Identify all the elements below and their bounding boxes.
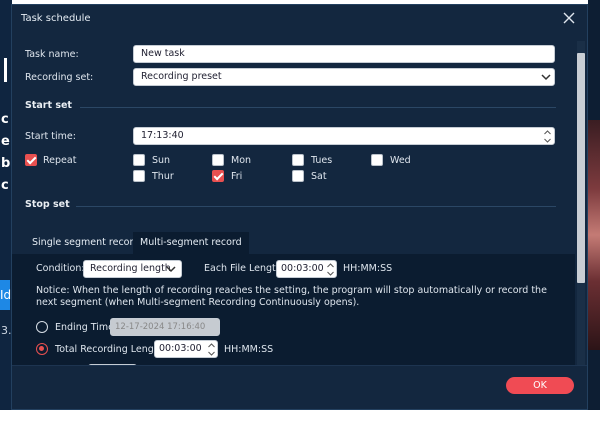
chevron-down-icon xyxy=(541,74,551,81)
background-glyph: e xyxy=(1,134,10,149)
background-stripe xyxy=(4,58,7,82)
condition-label: Condition: xyxy=(36,263,85,274)
task-schedule-dialog: Task schedule Task name: New task Record… xyxy=(11,4,588,410)
day-checkbox-sun[interactable] xyxy=(133,154,145,166)
file-length-value: 00:03:00 xyxy=(281,263,324,274)
start-set-heading: Start set xyxy=(25,100,72,111)
day-label-fri: Fri xyxy=(231,171,243,182)
day-label-thur: Thur xyxy=(152,171,174,182)
stop-set-divider xyxy=(76,206,556,207)
background-photo xyxy=(588,120,600,350)
scrollbar-thumb[interactable] xyxy=(577,53,585,283)
start-time-value: 17:13:40 xyxy=(141,130,184,141)
dialog-titlebar: Task schedule xyxy=(12,5,587,33)
total-length-label: Total Recording Length: xyxy=(55,344,167,355)
radio-ending-time[interactable] xyxy=(36,321,48,333)
ok-button[interactable]: OK xyxy=(506,377,574,394)
day-label-mon: Mon xyxy=(231,155,252,166)
dialog-content: Task name: New task Recording set: Recor… xyxy=(12,35,578,365)
repeat-checkbox[interactable] xyxy=(25,154,37,166)
background-bottom xyxy=(0,410,600,421)
ending-time-label: Ending Time: xyxy=(55,322,118,333)
day-checkbox-sat[interactable] xyxy=(292,170,304,182)
condition-select[interactable]: Recording length xyxy=(83,260,182,278)
total-length-spinner-icon[interactable] xyxy=(207,342,216,357)
dialog-footer: OK xyxy=(12,365,587,409)
chevron-down-icon xyxy=(166,266,176,273)
recording-set-value: Recording preset xyxy=(141,71,222,82)
background-glyph: c xyxy=(1,178,9,193)
start-time-input[interactable]: 17:13:40 xyxy=(133,127,555,145)
total-length-input[interactable]: 00:03:00 xyxy=(154,340,218,358)
day-checkbox-tues[interactable] xyxy=(292,154,304,166)
day-checkbox-thur[interactable] xyxy=(133,170,145,182)
recording-set-label: Recording set: xyxy=(25,72,94,83)
dialog-title: Task schedule xyxy=(21,13,91,24)
start-time-label: Start time: xyxy=(25,131,76,142)
tab-single-segment[interactable]: Single segment record xyxy=(25,232,146,254)
day-checkbox-wed[interactable] xyxy=(371,154,383,166)
file-length-unit: HH:MM:SS xyxy=(343,263,393,274)
background-glyph: c xyxy=(1,112,9,127)
background-button: Id xyxy=(0,280,11,310)
dialog-scrollbar[interactable] xyxy=(577,41,585,367)
start-set-divider xyxy=(80,107,556,108)
tab-multi-segment[interactable]: Multi-segment record xyxy=(133,232,249,254)
file-length-spinner-icon[interactable] xyxy=(326,262,335,277)
time-spinner-icon[interactable] xyxy=(543,129,552,144)
day-label-wed: Wed xyxy=(390,155,411,166)
multi-segment-panel: Condition: Recording length Each File Le… xyxy=(12,254,575,365)
task-name-input[interactable]: New task xyxy=(133,45,555,63)
task-name-label: Task name: xyxy=(25,49,79,60)
total-length-unit: HH:MM:SS xyxy=(224,344,274,355)
recording-set-select[interactable]: Recording preset xyxy=(133,68,555,86)
background-number: 3. xyxy=(1,324,12,337)
file-length-label: Each File Length: xyxy=(204,263,285,274)
ending-time-input: 12-17-2024 17:16:40 xyxy=(110,318,220,336)
stop-set-heading: Stop set xyxy=(25,199,70,210)
background-glyph: b xyxy=(1,156,11,171)
close-icon[interactable] xyxy=(562,11,576,25)
total-length-value: 00:03:00 xyxy=(159,343,202,354)
day-label-tues: Tues xyxy=(311,155,333,166)
repeat-label: Repeat xyxy=(43,155,77,166)
day-label-sun: Sun xyxy=(152,155,171,166)
file-length-input[interactable]: 00:03:00 xyxy=(276,260,337,278)
day-checkbox-fri[interactable] xyxy=(212,170,224,182)
notice-text: Notice: When the length of recording rea… xyxy=(36,285,547,308)
radio-total-recording-length[interactable] xyxy=(36,343,48,355)
day-checkbox-mon[interactable] xyxy=(212,154,224,166)
condition-value: Recording length xyxy=(90,263,171,274)
day-label-sat: Sat xyxy=(311,171,327,182)
